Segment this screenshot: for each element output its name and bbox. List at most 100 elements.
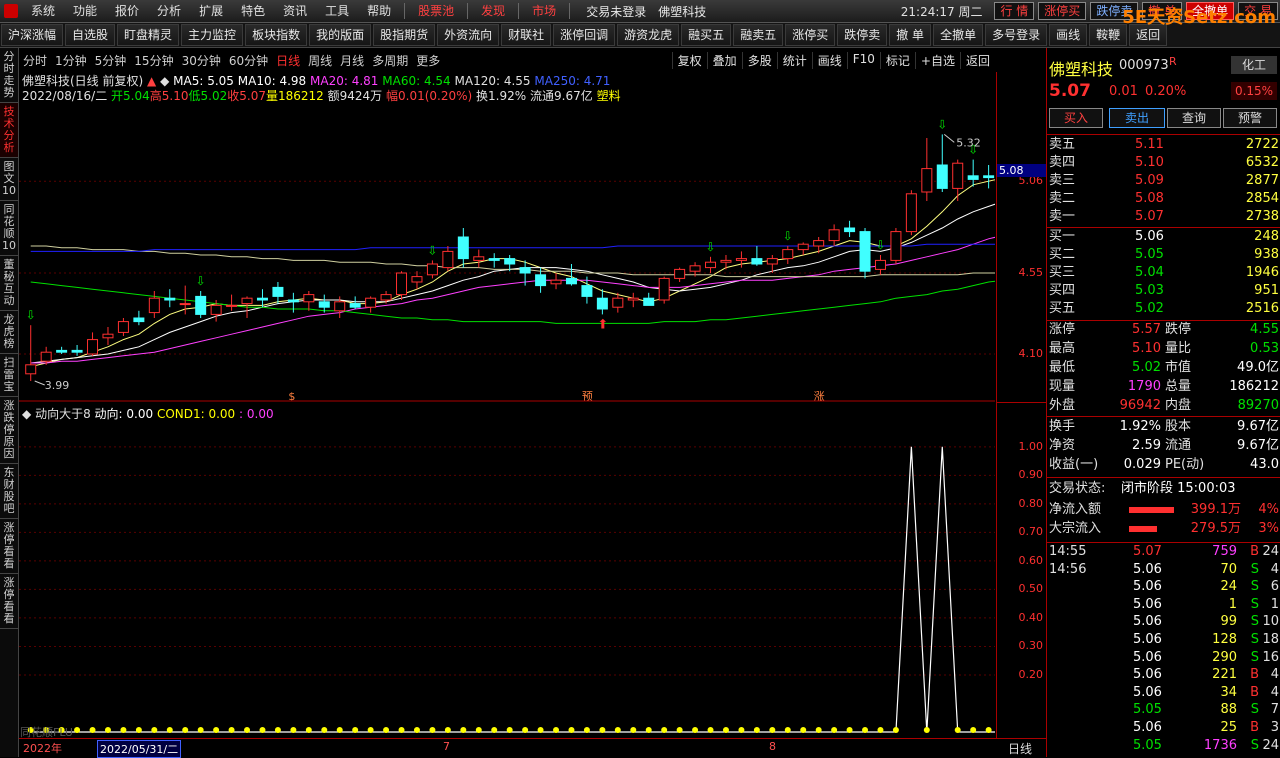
menu-item-5[interactable]: 特色: [232, 0, 274, 22]
chart-tool-2[interactable]: 多股: [741, 51, 777, 69]
tick-count: 4: [1270, 684, 1279, 700]
period-tab-3[interactable]: 15分钟: [130, 52, 177, 69]
app-logo-icon[interactable]: [4, 4, 18, 18]
toolbar-button-16[interactable]: 全撤单: [933, 24, 984, 46]
left-tab-5[interactable]: 龙虎榜: [0, 311, 18, 354]
quote-button-3[interactable]: 预警: [1223, 108, 1277, 128]
sector-tag[interactable]: 化工: [1231, 56, 1277, 74]
toolbar-button-18[interactable]: 画线: [1049, 24, 1088, 46]
period-label[interactable]: 日线: [1008, 740, 1032, 757]
toolbar-button-14[interactable]: 跌停卖: [837, 24, 888, 46]
toolbar-button-13[interactable]: 涨停买: [785, 24, 836, 46]
toolbar-button-10[interactable]: 游资龙虎: [617, 24, 680, 46]
toolbar-button-0[interactable]: 沪深涨幅: [1, 24, 64, 46]
left-tab-6[interactable]: 扫雷宝: [0, 354, 18, 397]
candle-body: [71, 349, 83, 353]
toolbar-button-1[interactable]: 自选股: [65, 24, 116, 46]
bid-price: 5.06: [1135, 229, 1164, 244]
login-status[interactable]: 交易未登录: [586, 3, 646, 20]
left-tab-8[interactable]: 东财股吧: [0, 464, 18, 519]
menu-item-8[interactable]: 帮助: [358, 0, 400, 22]
period-tab-8[interactable]: 月线: [336, 52, 368, 69]
period-tab-9[interactable]: 多周期: [368, 52, 412, 69]
menu-red-item-0[interactable]: 股票池: [409, 0, 463, 22]
chart-tool-7[interactable]: +自选: [914, 51, 960, 69]
indicator-toggle-icon[interactable]: ◆: [22, 407, 31, 421]
menu-item-3[interactable]: 分析: [148, 0, 190, 22]
chart-tool-6[interactable]: 标记: [879, 51, 915, 69]
indicator-dot: [985, 727, 992, 733]
ask-row[interactable]: 卖三 5.09 2877: [1049, 172, 1279, 190]
left-tab-0[interactable]: 分时走势: [0, 48, 18, 103]
quote-button-0[interactable]: 买入: [1049, 108, 1103, 128]
bid-row[interactable]: 买三 5.04 1946: [1049, 264, 1279, 282]
left-tab-1[interactable]: 技术分析: [0, 103, 18, 158]
toolbar-button-7[interactable]: 外资流向: [437, 24, 500, 46]
event-marker-1[interactable]: 预: [582, 390, 593, 402]
toolbar-button-4[interactable]: 板块指数: [245, 24, 308, 46]
left-tab-4[interactable]: 董秘互动: [0, 256, 18, 311]
menu-red-item-2[interactable]: 市场: [523, 0, 565, 22]
left-tab-7[interactable]: 涨跌停原因: [0, 397, 18, 464]
trade-button-0[interactable]: 行 情: [994, 2, 1035, 20]
chart-tool-4[interactable]: 画线: [811, 51, 847, 69]
flow-value: 399.1万: [1190, 502, 1241, 517]
indicator-dot: [166, 727, 173, 733]
toolbar-button-5[interactable]: 我的版面: [309, 24, 372, 46]
chart-tool-1[interactable]: 叠加: [706, 51, 742, 69]
candlestick-chart[interactable]: ⇩⇩⇩⇩⇩⇩⇩⇩⇩⬆5.323.99$预涨: [19, 72, 995, 402]
toolbar-button-8[interactable]: 财联社: [501, 24, 552, 46]
period-tab-4[interactable]: 30分钟: [178, 52, 225, 69]
quote-button-1[interactable]: 卖出: [1109, 108, 1165, 128]
ask-volume: 2738: [1245, 209, 1279, 224]
menu-item-2[interactable]: 报价: [106, 0, 148, 22]
left-tab-3[interactable]: 同花顺10: [0, 201, 18, 256]
menu-item-6[interactable]: 资讯: [274, 0, 316, 22]
toolbar-button-6[interactable]: 股指期货: [373, 24, 436, 46]
indicator-dot: [367, 727, 374, 733]
ask-row[interactable]: 卖一 5.07 2738: [1049, 208, 1279, 226]
bid-row[interactable]: 买五 5.02 2516: [1049, 300, 1279, 318]
ask-row[interactable]: 卖四 5.10 6532: [1049, 154, 1279, 172]
toolbar-button-15[interactable]: 撤 单: [889, 24, 932, 46]
fin-value: 2.59: [1132, 438, 1161, 453]
candle-body: [844, 227, 856, 233]
menu-item-4[interactable]: 扩展: [190, 0, 232, 22]
menu-item-0[interactable]: 系统: [22, 0, 64, 22]
period-tab-1[interactable]: 1分钟: [51, 52, 91, 69]
toolbar-button-11[interactable]: 融买五: [681, 24, 732, 46]
toolbar-button-17[interactable]: 多号登录: [985, 24, 1048, 46]
menu-red-item-1[interactable]: 发现: [472, 0, 514, 22]
candle-body: [565, 277, 577, 285]
menu-item-7[interactable]: 工具: [316, 0, 358, 22]
left-tab-10[interactable]: 涨停看看: [0, 574, 18, 629]
bid-row[interactable]: 买四 5.03 951: [1049, 282, 1279, 300]
chart-tool-0[interactable]: 复权: [671, 51, 707, 69]
left-tab-2[interactable]: 图文10: [0, 158, 18, 201]
ask-row[interactable]: 卖五 5.11 2722: [1049, 136, 1279, 154]
trade-button-1[interactable]: 涨停买: [1038, 2, 1087, 20]
indicator-dot: [862, 727, 869, 733]
bid-row[interactable]: 买二 5.05 938: [1049, 246, 1279, 264]
period-tab-5[interactable]: 60分钟: [225, 52, 272, 69]
period-tab-0[interactable]: 分时: [19, 52, 51, 69]
period-tab-10[interactable]: 更多: [412, 52, 444, 69]
left-tab-9[interactable]: 涨停看看: [0, 519, 18, 574]
quote-button-2[interactable]: 查询: [1167, 108, 1221, 128]
indicator-chart[interactable]: [19, 404, 995, 738]
menu-item-1[interactable]: 功能: [64, 0, 106, 22]
period-tab-6[interactable]: 日线: [272, 52, 304, 69]
toolbar-button-3[interactable]: 主力监控: [181, 24, 244, 46]
ask-row[interactable]: 卖二 5.08 2854: [1049, 190, 1279, 208]
chart-tool-5[interactable]: F10: [846, 51, 880, 69]
chart-tool-3[interactable]: 统计: [776, 51, 812, 69]
toolbar-button-9[interactable]: 涨停回调: [553, 24, 616, 46]
period-tab-7[interactable]: 周线: [304, 52, 336, 69]
event-marker-0[interactable]: $: [288, 390, 295, 402]
event-marker-2[interactable]: 涨: [814, 390, 825, 402]
period-tab-2[interactable]: 5分钟: [91, 52, 131, 69]
bid-row[interactable]: 买一 5.06 248: [1049, 228, 1279, 246]
toolbar-button-2[interactable]: 盯盘精灵: [117, 24, 180, 46]
toolbar-button-12[interactable]: 融卖五: [733, 24, 784, 46]
chart-tool-8[interactable]: 返回: [959, 51, 995, 69]
